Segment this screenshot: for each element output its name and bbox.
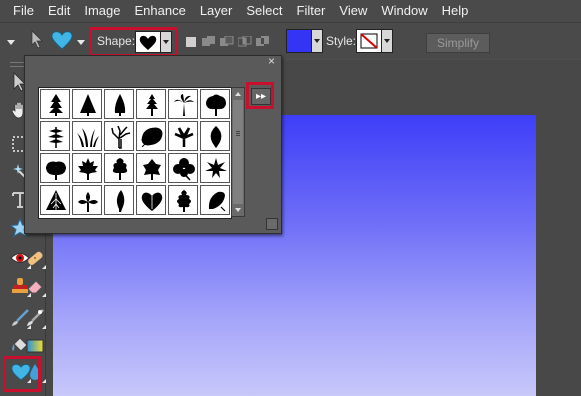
style-label: Style: [326, 34, 357, 48]
shape-preview[interactable] [135, 31, 161, 53]
leaf-slim-icon [116, 190, 125, 212]
menu-enhance[interactable]: Enhance [128, 0, 193, 22]
shape-bare-tree[interactable] [104, 121, 134, 151]
shape-tree-2[interactable] [72, 89, 102, 119]
palm-tree-icon [174, 94, 194, 116]
leaf-ivy-icon [143, 159, 161, 180]
fern-icon [48, 127, 64, 148]
add-shape-area-icon[interactable] [202, 36, 216, 51]
shape-leaf-curl[interactable] [200, 185, 230, 215]
menu-edit[interactable]: Edit [41, 0, 77, 22]
heart-icon [139, 35, 157, 50]
picker-flyout-menu-button[interactable]: ▸▸ [251, 88, 271, 105]
leaf-star-icon [205, 158, 227, 178]
tool-preset-dropdown[interactable] [6, 35, 16, 50]
heart-shape-tool-icon[interactable] [50, 29, 74, 54]
new-shape-layer-icon[interactable] [185, 36, 197, 51]
arrow-select-icon[interactable] [30, 29, 44, 52]
shape-tree-1[interactable] [40, 89, 70, 119]
tree-4-icon [146, 94, 158, 116]
eraser-tool[interactable] [25, 276, 46, 297]
shape-leaf-round[interactable] [40, 153, 70, 183]
shape-tree-round[interactable] [200, 89, 230, 119]
shape-tree-3[interactable] [104, 89, 134, 119]
leaf-trifoliate-icon [78, 192, 98, 212]
tree-round-icon [206, 94, 226, 116]
shape-tool-dropdown[interactable] [76, 35, 86, 50]
leaf-oval-icon [210, 126, 222, 148]
menu-layer[interactable]: Layer [193, 0, 240, 22]
shape-leaf-palmate[interactable] [168, 121, 198, 151]
leaf-lobed-icon [112, 158, 128, 180]
leaf-palmate-icon [174, 127, 194, 147]
menu-filter[interactable]: Filter [290, 0, 333, 22]
tree-3-icon [114, 94, 126, 116]
leaf-maple-icon [78, 158, 98, 180]
scroll-down-arrow [235, 208, 241, 212]
style-dropdown[interactable] [381, 29, 393, 53]
shape-grid-scrollbar[interactable] [231, 87, 245, 217]
menu-image[interactable]: Image [77, 0, 127, 22]
menu-bar: File Edit Image Enhance Layer Select Filter Vie… [0, 0, 581, 22]
bare-tree-icon [111, 125, 131, 149]
shape-leaf-ivy[interactable] [136, 153, 166, 183]
exclude-shape-area-icon[interactable] [256, 36, 270, 51]
options-bar: Shape: Style: Simplify [0, 22, 581, 59]
menu-view[interactable]: View [332, 0, 374, 22]
color-dropdown[interactable] [311, 29, 323, 53]
leaf-oak-icon [177, 190, 191, 212]
simplify-button[interactable]: Simplify [426, 33, 490, 53]
gradient-tool[interactable] [25, 336, 45, 356]
shape-grid [38, 87, 232, 219]
shape-picker-dropdown[interactable] [160, 31, 172, 53]
menu-window[interactable]: Window [374, 0, 434, 22]
shape-palm-tree[interactable] [168, 89, 198, 119]
close-picker-button[interactable]: × [268, 54, 275, 68]
shape-tool-highlight [3, 356, 41, 392]
shape-leaf-broad[interactable] [136, 121, 166, 151]
shape-leaf-lobed[interactable] [104, 153, 134, 183]
custom-shape-picker: × ▸▸ [24, 54, 282, 234]
shape-leaf-heart[interactable] [136, 185, 166, 215]
shape-leaf-slim[interactable] [104, 185, 134, 215]
leaf-clover-icon [173, 158, 195, 181]
healing-brush-tool[interactable] [25, 248, 46, 269]
shape-leaf-star[interactable] [200, 153, 230, 183]
smart-brush-tool[interactable] [25, 308, 46, 329]
menu-select[interactable]: Select [239, 0, 289, 22]
shape-leaf-veined[interactable] [40, 185, 70, 215]
grass-icon [77, 128, 99, 147]
subtract-shape-area-icon[interactable] [220, 35, 234, 51]
shape-leaf-maple[interactable] [72, 153, 102, 183]
leaf-veined-icon [46, 190, 66, 210]
shape-leaf-trifoliate[interactable] [72, 185, 102, 215]
shape-leaf-clover[interactable] [168, 153, 198, 183]
shape-fern[interactable] [40, 121, 70, 151]
shape-leaf-oval[interactable] [200, 121, 230, 151]
scroll-up-arrow [235, 92, 241, 96]
menu-help[interactable]: Help [435, 0, 476, 22]
no-style-icon [360, 33, 378, 49]
menu-file[interactable]: File [0, 0, 41, 22]
leaf-round-icon [46, 161, 66, 180]
shape-grass[interactable] [72, 121, 102, 151]
intersect-shape-area-icon[interactable] [237, 35, 252, 51]
style-swatch[interactable] [356, 29, 382, 53]
leaf-heart-icon [141, 192, 163, 211]
leaf-curl-icon [208, 191, 226, 212]
leaf-broad-icon [141, 127, 163, 148]
shape-tree-4[interactable] [136, 89, 166, 119]
shape-color-swatch[interactable] [286, 29, 312, 53]
shape-label: Shape: [97, 34, 136, 48]
resize-grip[interactable] [266, 218, 278, 230]
tree-2-icon [80, 94, 96, 116]
shape-leaf-oak[interactable] [168, 185, 198, 215]
tree-1-icon [49, 94, 63, 116]
